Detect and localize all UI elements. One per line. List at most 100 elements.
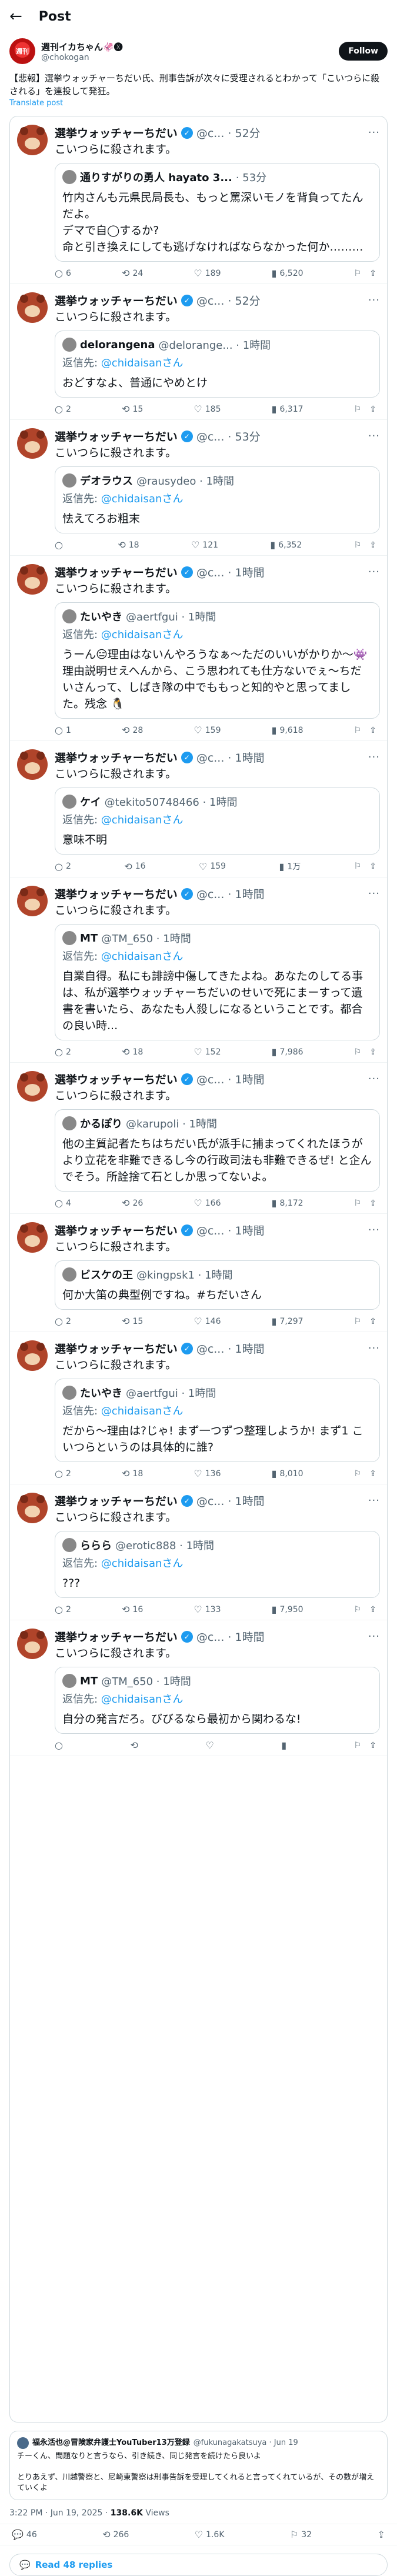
avatar[interactable] — [17, 886, 48, 916]
reply-to-handle[interactable]: @chidaisanさん — [101, 629, 184, 641]
share-icon[interactable]: ⇪ — [369, 862, 376, 871]
reply-button[interactable]: ○ 2 — [55, 1316, 71, 1327]
quoted-tweet[interactable]: デオラウス @rausydeo · 1時間 返信先: @chidaisanさん … — [55, 466, 380, 533]
more-options-icon[interactable]: ··· — [368, 887, 380, 900]
more-options-icon[interactable]: ··· — [368, 126, 380, 139]
avatar[interactable] — [17, 292, 48, 323]
like-button[interactable]: ♡ 1.6K — [195, 2529, 225, 2540]
quoted-tweet[interactable]: たいやき @aertfgui · 1時間 返信先: @chidaisanさん だ… — [55, 1379, 380, 1462]
embedded-tweet[interactable]: 選挙ウォッチャーちだい ✓ @c... · 1時間 ··· こいつらに殺されます… — [10, 1063, 387, 1214]
reply-to-handle[interactable]: @chidaisanさん — [101, 493, 184, 505]
reply-button[interactable]: ○ — [55, 539, 66, 550]
share-icon[interactable]: ⇪ — [369, 540, 376, 550]
repost-button[interactable]: ⟲ 26 — [122, 1197, 143, 1209]
tweet-author-name[interactable]: 選挙ウォッチャーちだい — [55, 749, 178, 765]
like-button[interactable]: ♡ 121 — [191, 539, 218, 550]
views-button[interactable]: ▮ 8,010 — [272, 1468, 303, 1479]
quoted-tweet[interactable]: MT @TM_650 · 1時間 返信先: @chidaisanさん 自分の発言… — [55, 1667, 380, 1734]
quoted-tweet[interactable]: ららら @erotic888 · 1時間 返信先: @chidaisanさん ?… — [55, 1531, 380, 1598]
bookmark-icon[interactable]: ⚐ — [354, 1741, 362, 1750]
repost-button[interactable]: ⟲ 24 — [122, 268, 143, 279]
share-icon[interactable]: ⇪ — [369, 405, 376, 414]
repost-button[interactable]: ⟲ 16 — [122, 1604, 143, 1615]
tweet-author-name[interactable]: 選挙ウォッチャーちだい — [55, 1493, 178, 1509]
more-options-icon[interactable]: ··· — [368, 294, 380, 306]
reply-to-handle[interactable]: @chidaisanさん — [101, 1693, 184, 1706]
embedded-tweet[interactable]: 選挙ウォッチャーちだい ✓ @c... · 1時間 ··· こいつらに殺されます… — [10, 1214, 387, 1332]
views-button[interactable]: ▮ 6,352 — [270, 539, 302, 550]
repost-button[interactable]: ⟲ — [131, 1740, 141, 1751]
reply-button[interactable]: ○ 2 — [55, 1604, 71, 1615]
back-arrow-icon[interactable]: ← — [9, 9, 22, 24]
avatar[interactable] — [17, 749, 48, 780]
tweet-author-name[interactable]: 選挙ウォッチャーちだい — [55, 886, 178, 902]
share-icon[interactable]: ⇪ — [369, 1741, 376, 1750]
views-button[interactable]: ▮ 7,950 — [272, 1604, 303, 1615]
avatar[interactable] — [17, 1071, 48, 1102]
bookmark-icon[interactable]: ⚐ — [354, 1317, 362, 1326]
more-options-icon[interactable]: ··· — [368, 1342, 380, 1354]
share-icon[interactable]: ⇪ — [369, 1047, 376, 1057]
reply-button[interactable]: ○ 2 — [55, 1468, 71, 1479]
repost-button[interactable]: ⟲ 18 — [118, 539, 139, 550]
views-button[interactable]: ▮ 7,986 — [272, 1046, 303, 1057]
share-icon[interactable]: ⇪ — [369, 1469, 376, 1479]
views-button[interactable]: ▮ 8,172 — [272, 1197, 303, 1209]
author-handle[interactable]: @chokogan — [41, 53, 333, 62]
bookmark-icon[interactable]: ⚐ — [354, 1199, 362, 1208]
like-button[interactable]: ♡ 159 — [194, 725, 221, 736]
repost-button[interactable]: ⟲ 16 — [124, 861, 145, 872]
reply-button[interactable]: 💬 46 — [12, 2529, 37, 2540]
attached-screenshot[interactable]: 選挙ウォッチャーちだい ✓ @c... · 52分 ··· こいつらに殺されます… — [9, 116, 388, 2422]
views-button[interactable]: ▮ 6,317 — [272, 403, 303, 415]
bookmark-icon[interactable]: ⚐ — [354, 269, 362, 278]
views-button[interactable]: ▮ 1万 — [279, 860, 301, 872]
reply-button[interactable]: ○ 2 — [55, 1046, 71, 1057]
quoted-reply-card[interactable]: 福永活也@冒険家弁護士YouTuber13万登録 @fukunagakatsuy… — [9, 2431, 388, 2500]
bookmark-button[interactable]: ⚐ 32 — [290, 2529, 312, 2540]
views-button[interactable]: ▮ 7,297 — [272, 1316, 303, 1327]
share-icon[interactable]: ⇪ — [369, 269, 376, 278]
tweet-author-name[interactable]: 選挙ウォッチャーちだい — [55, 428, 178, 444]
bookmark-icon[interactable]: ⚐ — [354, 862, 362, 871]
more-options-icon[interactable]: ··· — [368, 751, 380, 763]
views-button[interactable]: ▮ 6,520 — [272, 268, 303, 279]
views-button[interactable]: ▮ 9,618 — [272, 725, 303, 736]
like-button[interactable]: ♡ 133 — [194, 1604, 221, 1615]
follow-button[interactable]: Follow — [339, 42, 388, 61]
reply-to-handle[interactable]: @chidaisanさん — [101, 950, 184, 963]
share-icon[interactable]: ⇪ — [369, 1199, 376, 1208]
more-options-icon[interactable]: ··· — [368, 430, 380, 442]
like-button[interactable]: ♡ 189 — [194, 268, 221, 279]
more-options-icon[interactable]: ··· — [368, 566, 380, 578]
like-button[interactable]: ♡ — [205, 1740, 216, 1751]
read-replies-button[interactable]: 💬 Read 48 replies — [9, 2554, 388, 2576]
like-button[interactable]: ♡ 159 — [199, 861, 226, 872]
reply-to-handle[interactable]: @chidaisanさん — [101, 1557, 184, 1570]
embedded-tweet[interactable]: 選挙ウォッチャーちだい ✓ @c... · 52分 ··· こいつらに殺されます… — [10, 116, 387, 284]
quoted-tweet[interactable]: 通りすがりの勇人 hayato 3... · 53分 竹内さんも元県民局長も、も… — [55, 163, 380, 262]
quoted-tweet[interactable]: delorangena @delorange... · 1時間 返信先: @ch… — [55, 331, 380, 398]
reply-button[interactable]: ○ 1 — [55, 725, 71, 736]
repost-button[interactable]: ⟲ 18 — [122, 1468, 143, 1479]
embedded-tweet[interactable]: 選挙ウォッチャーちだい ✓ @c... · 52分 ··· こいつらに殺されます… — [10, 284, 387, 420]
views-button[interactable]: ▮ — [281, 1740, 289, 1751]
tweet-author-name[interactable]: 選挙ウォッチャーちだい — [55, 564, 178, 580]
embedded-tweet[interactable]: 選挙ウォッチャーちだい ✓ @c... · 1時間 ··· こいつらに殺されます… — [10, 1620, 387, 1756]
like-button[interactable]: ♡ 146 — [194, 1316, 221, 1327]
avatar[interactable] — [17, 428, 48, 459]
bookmark-icon[interactable]: ⚐ — [354, 540, 362, 550]
share-icon[interactable]: ⇪ — [369, 726, 376, 735]
repost-button[interactable]: ⟲ 15 — [122, 1316, 143, 1327]
tweet-author-name[interactable]: 選挙ウォッチャーちだい — [55, 125, 178, 141]
tweet-author-name[interactable]: 選挙ウォッチャーちだい — [55, 1629, 178, 1644]
embedded-tweet[interactable]: 選挙ウォッチャーちだい ✓ @c... · 1時間 ··· こいつらに殺されます… — [10, 741, 387, 877]
like-button[interactable]: ♡ 152 — [194, 1046, 221, 1057]
tweet-author-name[interactable]: 選挙ウォッチャーちだい — [55, 1340, 178, 1356]
tweet-author-name[interactable]: 選挙ウォッチャーちだい — [55, 1222, 178, 1238]
reply-button[interactable]: ○ 2 — [55, 403, 71, 415]
reply-button[interactable]: ○ — [55, 1740, 66, 1751]
reply-to-handle[interactable]: @chidaisanさん — [101, 814, 184, 826]
tweet-author-name[interactable]: 選挙ウォッチャーちだい — [55, 1071, 178, 1087]
author-name[interactable]: 週刊イカちゃん🦑🅧 — [41, 41, 333, 53]
